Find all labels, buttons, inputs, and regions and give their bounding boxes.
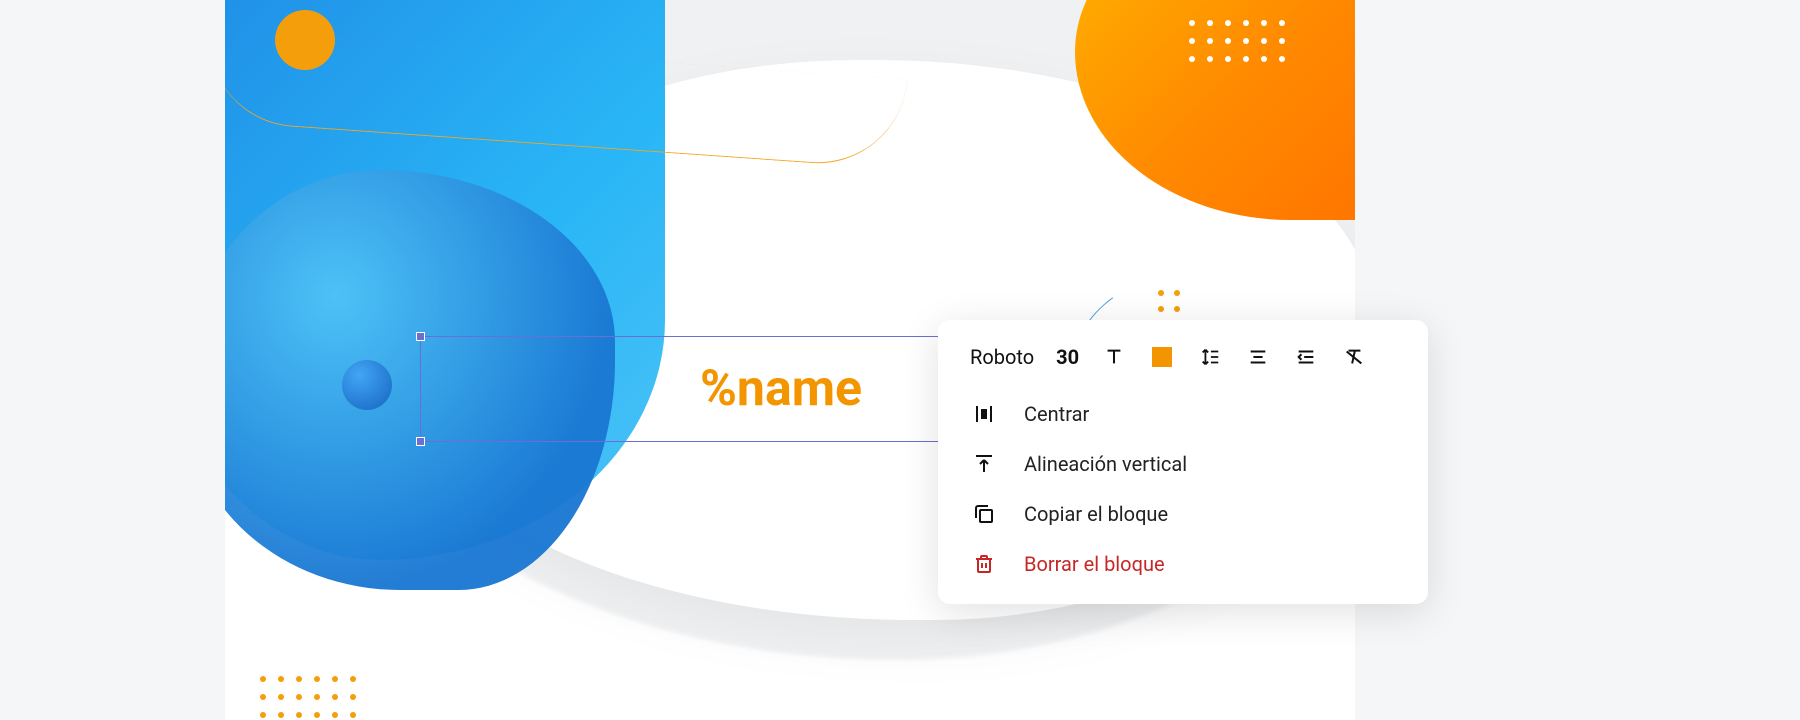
menu-item-label: Centrar bbox=[1024, 402, 1089, 426]
menu-item-delete-block[interactable]: Borrar el bloque bbox=[960, 542, 1406, 586]
color-swatch-icon bbox=[1152, 347, 1172, 367]
menu-item-copy-block[interactable]: Copiar el bloque bbox=[960, 492, 1406, 536]
menu-item-vertical-align[interactable]: Alineación vertical bbox=[960, 442, 1406, 486]
clear-formatting-button[interactable] bbox=[1341, 344, 1367, 370]
copy-icon bbox=[970, 502, 998, 526]
text-style-button[interactable] bbox=[1101, 344, 1127, 370]
resize-handle-bottom-left[interactable] bbox=[416, 437, 425, 446]
menu-item-label: Copiar el bloque bbox=[1024, 502, 1168, 526]
trash-icon bbox=[970, 552, 998, 576]
font-size-selector[interactable]: 30 bbox=[1056, 345, 1079, 369]
menu-item-label: Alineación vertical bbox=[1024, 452, 1187, 476]
menu-item-label: Borrar el bloque bbox=[1024, 552, 1165, 576]
decorative-dots bbox=[260, 676, 356, 718]
indent-button[interactable] bbox=[1293, 344, 1319, 370]
font-name-selector[interactable]: Roboto bbox=[970, 345, 1034, 369]
line-height-button[interactable] bbox=[1197, 344, 1223, 370]
vertical-align-top-icon bbox=[970, 452, 998, 476]
block-actions-menu: Centrar Alineación vertical Copiar el bl… bbox=[960, 384, 1406, 586]
resize-handle-top-left[interactable] bbox=[416, 332, 425, 341]
decorative-circle bbox=[342, 360, 392, 410]
decorative-dots bbox=[1189, 20, 1285, 62]
text-block-content[interactable]: %name bbox=[700, 360, 862, 418]
align-center-button[interactable] bbox=[1245, 344, 1271, 370]
text-toolbar: Roboto 30 bbox=[960, 338, 1406, 384]
menu-item-center[interactable]: Centrar bbox=[960, 392, 1406, 436]
text-context-panel: Roboto 30 bbox=[938, 320, 1428, 604]
decorative-circle bbox=[275, 10, 335, 70]
center-horizontal-icon bbox=[970, 402, 998, 426]
text-color-button[interactable] bbox=[1149, 344, 1175, 370]
